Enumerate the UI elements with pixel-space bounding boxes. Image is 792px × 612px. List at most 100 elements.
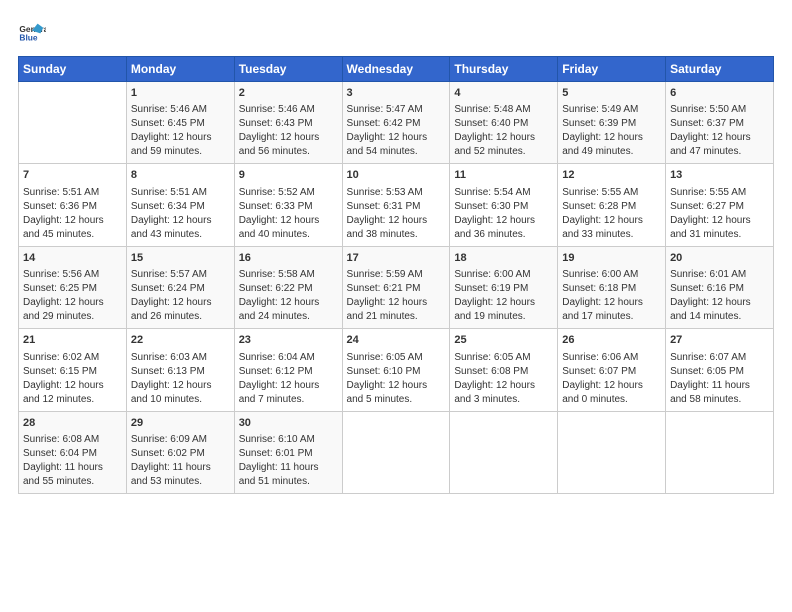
day-cell: 27 Sunrise: 6:07 AMSunset: 6:05 PMDayligh…: [666, 329, 774, 411]
day-info: Sunset: 6:05 PM: [670, 365, 769, 379]
day-info: Sunset: 6:16 PM: [670, 282, 769, 296]
day-info: and 53 minutes.: [131, 475, 230, 489]
day-info: Daylight: 12 hours: [562, 214, 661, 228]
header-cell-wednesday: Wednesday: [342, 57, 450, 82]
day-cell: 11Sunrise: 5:54 AMSunset: 6:30 PMDayligh…: [450, 164, 558, 246]
day-info: Daylight: 12 hours: [562, 296, 661, 310]
day-info: Sunrise: 5:56 AM: [23, 268, 122, 282]
day-info: Daylight: 12 hours: [239, 379, 338, 393]
day-info: Daylight: 12 hours: [670, 296, 769, 310]
day-number: 6: [670, 86, 769, 101]
day-info: Sunrise: 5:54 AM: [454, 186, 553, 200]
day-cell: 12Sunrise: 5:55 AMSunset: 6:28 PMDayligh…: [558, 164, 666, 246]
day-number: 10: [347, 168, 446, 183]
day-cell: 1Sunrise: 5:46 AMSunset: 6:45 PMDaylight…: [126, 82, 234, 164]
day-cell: [558, 411, 666, 493]
day-number: 5: [562, 86, 661, 101]
day-info: and 26 minutes.: [131, 310, 230, 324]
day-info: and 45 minutes.: [23, 228, 122, 242]
day-cell: [19, 82, 127, 164]
day-info: Sunrise: 6:05 AM: [347, 351, 446, 365]
day-number: 27: [670, 333, 769, 348]
day-info: Sunrise: 5:51 AM: [23, 186, 122, 200]
day-info: Daylight: 12 hours: [454, 296, 553, 310]
day-info: and 38 minutes.: [347, 228, 446, 242]
day-info: Sunset: 6:18 PM: [562, 282, 661, 296]
day-number: 16: [239, 251, 338, 266]
day-info: Daylight: 11 hours: [670, 379, 769, 393]
day-info: and 55 minutes.: [23, 475, 122, 489]
day-info: and 40 minutes.: [239, 228, 338, 242]
day-info: Daylight: 12 hours: [670, 214, 769, 228]
day-info: Sunset: 6:43 PM: [239, 117, 338, 131]
day-info: and 12 minutes.: [23, 393, 122, 407]
day-info: and 33 minutes.: [562, 228, 661, 242]
day-info: Sunset: 6:27 PM: [670, 200, 769, 214]
day-info: and 59 minutes.: [131, 145, 230, 159]
day-info: and 31 minutes.: [670, 228, 769, 242]
day-info: Daylight: 12 hours: [239, 131, 338, 145]
day-info: Daylight: 12 hours: [454, 131, 553, 145]
day-info: Daylight: 12 hours: [347, 296, 446, 310]
day-info: and 0 minutes.: [562, 393, 661, 407]
day-info: Sunrise: 6:02 AM: [23, 351, 122, 365]
day-cell: [342, 411, 450, 493]
day-cell: 5Sunrise: 5:49 AMSunset: 6:39 PMDaylight…: [558, 82, 666, 164]
day-info: Sunrise: 5:46 AM: [239, 103, 338, 117]
day-info: Sunset: 6:39 PM: [562, 117, 661, 131]
day-cell: 22Sunrise: 6:03 AMSunset: 6:13 PMDayligh…: [126, 329, 234, 411]
day-info: Sunrise: 5:59 AM: [347, 268, 446, 282]
day-info: Sunset: 6:02 PM: [131, 447, 230, 461]
week-row-4: 21Sunrise: 6:02 AMSunset: 6:15 PMDayligh…: [19, 329, 774, 411]
day-info: Daylight: 12 hours: [670, 131, 769, 145]
header-cell-tuesday: Tuesday: [234, 57, 342, 82]
day-info: Sunrise: 6:07 AM: [670, 351, 769, 365]
day-info: Sunrise: 5:55 AM: [670, 186, 769, 200]
day-info: Sunset: 6:10 PM: [347, 365, 446, 379]
day-info: Sunrise: 6:06 AM: [562, 351, 661, 365]
day-info: Sunset: 6:07 PM: [562, 365, 661, 379]
day-info: Sunset: 6:21 PM: [347, 282, 446, 296]
day-number: 3: [347, 86, 446, 101]
day-number: 24: [347, 333, 446, 348]
day-number: 14: [23, 251, 122, 266]
day-cell: 9Sunrise: 5:52 AMSunset: 6:33 PMDaylight…: [234, 164, 342, 246]
day-info: and 21 minutes.: [347, 310, 446, 324]
day-cell: 20Sunrise: 6:01 AMSunset: 6:16 PMDayligh…: [666, 246, 774, 328]
day-info: Sunset: 6:30 PM: [454, 200, 553, 214]
day-cell: 15Sunrise: 5:57 AMSunset: 6:24 PMDayligh…: [126, 246, 234, 328]
day-info: Daylight: 12 hours: [347, 214, 446, 228]
day-info: Sunrise: 6:00 AM: [454, 268, 553, 282]
header-cell-monday: Monday: [126, 57, 234, 82]
day-info: Daylight: 11 hours: [239, 461, 338, 475]
day-cell: 25Sunrise: 6:05 AMSunset: 6:08 PMDayligh…: [450, 329, 558, 411]
day-info: and 43 minutes.: [131, 228, 230, 242]
day-info: Daylight: 12 hours: [239, 296, 338, 310]
day-info: and 51 minutes.: [239, 475, 338, 489]
day-info: Daylight: 12 hours: [454, 214, 553, 228]
day-number: 29: [131, 416, 230, 431]
day-info: Sunset: 6:01 PM: [239, 447, 338, 461]
day-info: and 10 minutes.: [131, 393, 230, 407]
day-info: Sunset: 6:28 PM: [562, 200, 661, 214]
day-info: Daylight: 12 hours: [239, 214, 338, 228]
logo: General Blue: [18, 18, 50, 46]
day-cell: 18Sunrise: 6:00 AMSunset: 6:19 PMDayligh…: [450, 246, 558, 328]
day-info: Sunrise: 5:49 AM: [562, 103, 661, 117]
day-info: Sunset: 6:45 PM: [131, 117, 230, 131]
day-info: Sunset: 6:34 PM: [131, 200, 230, 214]
day-info: and 29 minutes.: [23, 310, 122, 324]
logo-icon: General Blue: [18, 18, 46, 46]
day-info: Sunrise: 5:57 AM: [131, 268, 230, 282]
day-info: Sunrise: 6:03 AM: [131, 351, 230, 365]
day-info: and 14 minutes.: [670, 310, 769, 324]
day-cell: 24Sunrise: 6:05 AMSunset: 6:10 PMDayligh…: [342, 329, 450, 411]
day-info: Sunset: 6:08 PM: [454, 365, 553, 379]
day-cell: 10Sunrise: 5:53 AMSunset: 6:31 PMDayligh…: [342, 164, 450, 246]
day-cell: 23Sunrise: 6:04 AMSunset: 6:12 PMDayligh…: [234, 329, 342, 411]
day-info: Sunrise: 5:52 AM: [239, 186, 338, 200]
day-number: 26: [562, 333, 661, 348]
day-cell: 8Sunrise: 5:51 AMSunset: 6:34 PMDaylight…: [126, 164, 234, 246]
day-number: 25: [454, 333, 553, 348]
day-cell: [666, 411, 774, 493]
